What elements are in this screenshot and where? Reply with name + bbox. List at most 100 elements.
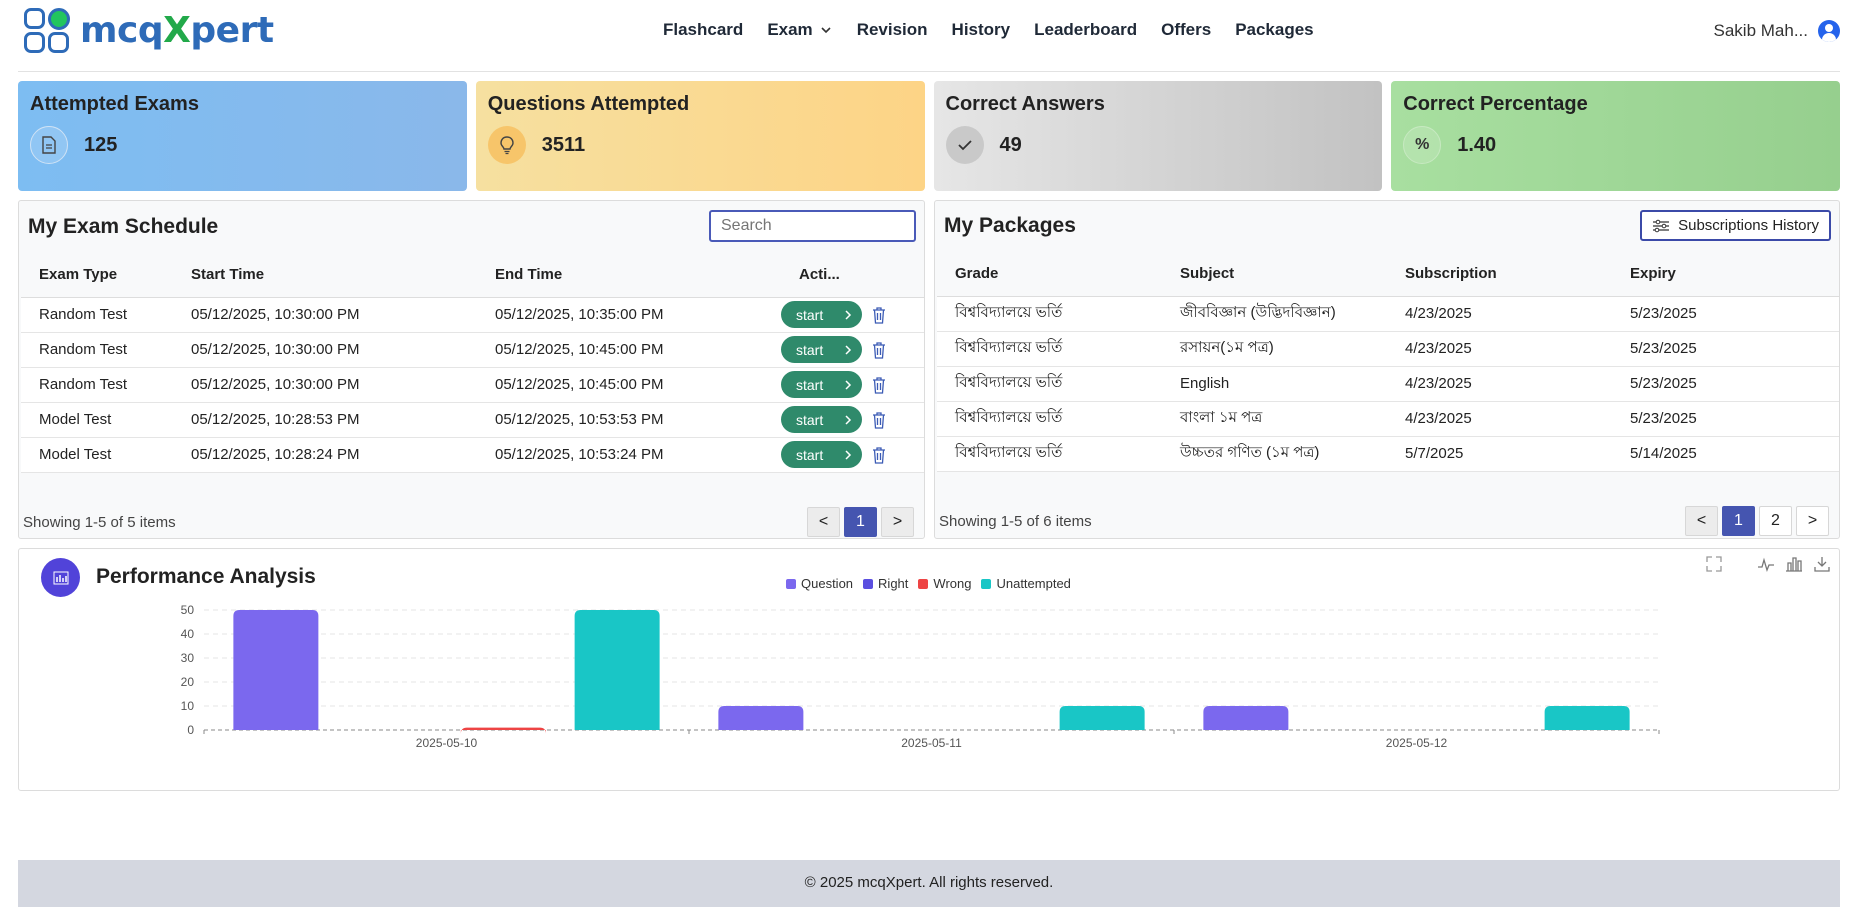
y-tick-label: 30 (181, 651, 195, 665)
nav-leaderboard[interactable]: Leaderboard (1022, 20, 1149, 40)
column-header[interactable]: End Time (477, 252, 781, 298)
column-header[interactable]: Subject (1162, 251, 1387, 297)
end-time-cell: 05/12/2025, 10:53:53 PM (477, 402, 781, 438)
stat-title: Correct Percentage (1403, 93, 1588, 115)
trash-icon[interactable] (872, 307, 886, 324)
brand-name: mcqXpert (80, 9, 274, 51)
end-time-cell: 05/12/2025, 10:45:00 PM (477, 332, 781, 368)
top-header: mcqXpert Flashcard Exam Revision History… (18, 0, 1840, 72)
pagination-summary: Showing 1-5 of 5 items (23, 514, 176, 531)
end-time-cell: 05/12/2025, 10:35:00 PM (477, 297, 781, 333)
subscription-cell: 4/23/2025 (1387, 401, 1612, 437)
exam-type-cell: Model Test (21, 402, 173, 438)
nav-exam[interactable]: Exam (755, 20, 844, 40)
footer: © 2025 mcqXpert. All rights reserved. (18, 860, 1840, 907)
exam-type-cell: Model Test (21, 437, 173, 473)
column-header[interactable]: Start Time (173, 252, 477, 298)
stat-title: Correct Answers (945, 93, 1105, 115)
end-time-cell: 05/12/2025, 10:45:00 PM (477, 367, 781, 403)
check-icon (945, 126, 984, 164)
subscriptions-history-button[interactable]: Subscriptions History (1640, 210, 1831, 241)
start-time-cell: 05/12/2025, 10:30:00 PM (173, 367, 477, 403)
subject-cell: বাংলা ১ম পত্র (1162, 401, 1387, 437)
brand-logo[interactable]: mcqXpert (22, 4, 274, 56)
nav-flashcard[interactable]: Flashcard (651, 20, 755, 40)
start-button[interactable]: start (781, 301, 862, 328)
x-tick-label: 2025-05-12 (1386, 736, 1448, 750)
packages-table: Grade Subject Subscription Expiry বিশ্বব… (937, 251, 1839, 472)
y-tick-label: 20 (181, 675, 195, 689)
stat-value: 49 (999, 133, 1022, 156)
subject-cell: উচ্চতর গণিত (১ম পত্র) (1162, 436, 1387, 472)
trash-icon[interactable] (872, 342, 886, 359)
packages-panel: My Packages Subscriptions History Grade … (934, 200, 1840, 539)
expiry-cell: 5/23/2025 (1612, 366, 1839, 402)
table-row: Random Test 05/12/2025, 10:30:00 PM 05/12/… (21, 332, 924, 368)
start-time-cell: 05/12/2025, 10:28:53 PM (173, 402, 477, 438)
nav-offers[interactable]: Offers (1149, 20, 1223, 40)
start-button[interactable]: start (781, 441, 862, 468)
nav-packages[interactable]: Packages (1223, 20, 1325, 40)
table-row: Random Test 05/12/2025, 10:30:00 PM 05/12/… (21, 367, 924, 403)
prev-page-button[interactable]: < (1685, 506, 1718, 536)
action-cell: start (781, 297, 924, 333)
y-tick-label: 50 (181, 603, 195, 617)
prev-page-button[interactable]: < (807, 507, 840, 537)
subject-cell: রসায়ন(১ম পত্র) (1162, 331, 1387, 367)
start-time-cell: 05/12/2025, 10:30:00 PM (173, 332, 477, 368)
nav-history[interactable]: History (940, 20, 1023, 40)
next-page-button[interactable]: > (881, 507, 914, 537)
column-header[interactable]: Expiry (1612, 251, 1839, 297)
table-row: বিশ্ববিদ্যালয়ে ভর্তি English 4/23/2025 5/2… (937, 366, 1839, 402)
column-header[interactable]: Subscription (1387, 251, 1612, 297)
grade-cell: বিশ্ববিদ্যালয়ে ভর্তি (937, 331, 1162, 367)
table-row: Random Test 05/12/2025, 10:30:00 PM 05/12/… (21, 297, 924, 333)
page-button-1[interactable]: 1 (1722, 506, 1755, 536)
nav-revision[interactable]: Revision (845, 20, 940, 40)
filter-sliders-icon (1653, 219, 1670, 232)
exam-type-cell: Random Test (21, 332, 173, 368)
action-cell: start (781, 367, 924, 403)
stats-row: Attempted Exams 125 Questions Attempted … (18, 81, 1840, 191)
trash-icon[interactable] (872, 447, 886, 464)
column-header[interactable]: Acti... (781, 252, 924, 298)
table-row: বিশ্ববিদ্যালয়ে ভর্তি জীববিজ্ঞান (উদ্ভিদব… (937, 296, 1839, 332)
x-tick-label: 2025-05-11 (901, 736, 962, 750)
stat-title: Attempted Exams (30, 93, 199, 115)
stat-value: 125 (84, 133, 118, 156)
start-button[interactable]: start (781, 406, 862, 433)
search-input[interactable] (709, 210, 916, 242)
bar-unattempted (1059, 706, 1145, 730)
exam-type-cell: Random Test (21, 297, 173, 333)
column-header[interactable]: Exam Type (21, 252, 173, 298)
stat-card-questions-attempted: Questions Attempted 3511 (475, 81, 925, 191)
pagination: < 1 2 > (1685, 506, 1829, 536)
table-row: বিশ্ববিদ্যালয়ে ভর্তি রসায়ন(১ম পত্র) 4/23… (937, 331, 1839, 367)
trash-icon[interactable] (872, 377, 886, 394)
x-tick-label: 2025-05-10 (416, 736, 478, 750)
y-tick-label: 0 (187, 723, 194, 737)
page-button-1[interactable]: 1 (844, 507, 877, 537)
start-time-cell: 05/12/2025, 10:30:00 PM (173, 297, 477, 333)
exam-type-cell: Random Test (21, 367, 173, 403)
stat-card-attempted-exams: Attempted Exams 125 (18, 81, 467, 191)
column-header[interactable]: Grade (937, 251, 1162, 297)
start-button[interactable]: start (781, 371, 862, 398)
performance-bar-chart: 0 10 20 30 40 50 2025-05-10 2025-05-11 2025-05-1… (181, 603, 1660, 750)
logo-mark-icon (22, 4, 74, 56)
pagination: < 1 > (807, 507, 914, 537)
chevron-right-icon (845, 344, 852, 355)
start-button[interactable]: start (781, 336, 862, 363)
chevron-right-icon (845, 309, 852, 320)
page-button-2[interactable]: 2 (1759, 506, 1792, 536)
grade-cell: বিশ্ববিদ্যালয়ে ভর্তি (937, 436, 1162, 472)
next-page-button[interactable]: > (1796, 506, 1829, 536)
user-menu[interactable]: Sakib Mah... (1714, 20, 1840, 42)
start-time-cell: 05/12/2025, 10:28:24 PM (173, 437, 477, 473)
stat-title: Questions Attempted (487, 93, 690, 115)
stat-value: 1.40 (1457, 133, 1497, 156)
subscription-cell: 4/23/2025 (1387, 296, 1612, 332)
bar-unattempted (1544, 706, 1630, 730)
trash-icon[interactable] (872, 412, 886, 429)
panel-title: My Packages (944, 214, 1076, 237)
